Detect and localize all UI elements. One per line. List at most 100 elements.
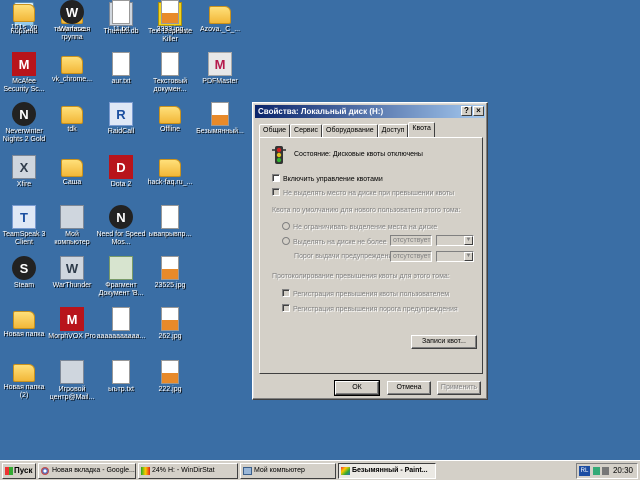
desktop-icon[interactable]: W Warface [47, 0, 97, 34]
chrome-icon [41, 467, 49, 475]
dark-icon: W [60, 0, 84, 24]
enable-quota-row[interactable]: Включить управление квотами [272, 174, 383, 183]
limit-to-radio[interactable] [282, 237, 290, 245]
desktop-icon-label: Steam [13, 282, 35, 289]
desktop-icon-label: WarThunder [52, 282, 92, 289]
task-paint[interactable]: Безымянный - Paint... [338, 463, 436, 479]
desktop-icon[interactable]: ыътр.txt [96, 360, 146, 394]
tab-hardware[interactable]: Оборудование [322, 124, 378, 137]
quota-entries-button[interactable]: Записи квот... [411, 335, 477, 349]
desktop-icon[interactable]: W WarThunder [47, 256, 97, 290]
desktop-icon-label: TeamSpeak 3 Client [2, 231, 46, 246]
task-my-computer[interactable]: Мой компьютер [240, 463, 336, 479]
desktop-icon-label: Новая папка (2) [3, 384, 45, 399]
file-icon [161, 205, 179, 229]
limit-unit-select[interactable]: ▼ [436, 235, 474, 246]
ok-button[interactable]: ОК [334, 380, 380, 396]
desktop-icon-label: 23525.jpg [154, 282, 186, 289]
desktop-icon[interactable]: 262.jpg [145, 307, 195, 341]
desktop-icon[interactable]: M MorphVOX Pro [47, 307, 97, 341]
desktop-icon[interactable]: 3333.jpg [145, 0, 195, 34]
close-button[interactable]: × [473, 106, 484, 116]
desktop-icon[interactable]: Игровой центр@Mail... [47, 360, 97, 402]
desktop-icon[interactable]: vk_chrome... [47, 52, 97, 84]
task-chrome[interactable]: Новая вкладка - Google... [38, 463, 136, 479]
desktop-icon[interactable]: 222.jpg [145, 360, 195, 394]
folder-icon [61, 159, 83, 177]
desktop-icon-label: Новая папка [3, 331, 45, 338]
desktop-icon[interactable]: ааааааааааа... [96, 307, 146, 341]
deny-space-row[interactable]: Не выделять место на диске при превышени… [272, 188, 454, 197]
desktop-icon[interactable]: Текстовый докумен... [145, 52, 195, 94]
tab-quota[interactable]: Квота [408, 122, 435, 137]
desktop-icon[interactable]: 11.txt [96, 0, 146, 34]
tab-general[interactable]: Общие [259, 124, 291, 137]
desktop-icon[interactable]: Новая папка (2) [0, 360, 49, 400]
desktop-icon[interactable]: ывапрывпр... [145, 205, 195, 239]
desktop-icon[interactable]: M PDFMaster [195, 52, 245, 86]
limit-to-label: Выделять на диске не более [293, 239, 387, 246]
limit-unit-arrow-icon[interactable]: ▼ [464, 236, 473, 245]
limit-to-row[interactable]: Выделять на диске не более [282, 237, 387, 246]
desktop-icon[interactable]: D Dota 2 [96, 155, 146, 189]
network-icon[interactable] [593, 467, 600, 475]
desktop-icon[interactable]: Новая папка [0, 307, 49, 339]
dialog-titlebar[interactable]: Свойства: Локальный диск (H:) ? × [255, 105, 485, 118]
desktop-icon[interactable]: Безымянный... [195, 102, 245, 136]
task-windirstat[interactable]: 24% H: - WinDirStat [138, 463, 238, 479]
desktop-icon[interactable]: N Neverwinter Nights 2 Gold [0, 102, 49, 144]
log-warn-checkbox[interactable] [282, 304, 290, 312]
cancel-button[interactable]: Отмена [387, 381, 431, 395]
desktop-icon[interactable]: X Xfire [0, 155, 49, 189]
desktop-icon[interactable]: N Need for Speed Mos... [96, 205, 146, 247]
folder-icon [61, 56, 83, 74]
grey-icon [60, 360, 84, 384]
desktop-icon-label: Dota 2 [110, 181, 132, 188]
desktop-icon-label: 222.jpg [158, 386, 182, 393]
log-limit-checkbox[interactable] [282, 289, 290, 297]
paint-icon [341, 467, 350, 475]
properties-dialog: Свойства: Локальный диск (H:) ? × Общие … [252, 102, 488, 400]
desktop-icon[interactable]: Azova._C_... [195, 2, 245, 34]
desktop-icon-label: MorphVOX Pro [48, 333, 96, 340]
no-limit-row[interactable]: Не ограничивать выделение места на диске [282, 222, 437, 231]
enable-quota-checkbox[interactable] [272, 174, 280, 182]
folder-icon [13, 311, 35, 329]
start-button[interactable]: Пуск [2, 463, 36, 479]
limit-value-field[interactable]: отсутствует [390, 235, 432, 246]
desktop-icon[interactable]: M McAfee Security Sc... [0, 52, 49, 94]
desktop-icon[interactable]: Мой компьютер [47, 205, 97, 247]
desktop-icon-label: ааааааааааа... [96, 333, 146, 340]
language-indicator[interactable]: RL [579, 466, 590, 476]
warn-unit-arrow-icon[interactable]: ▼ [464, 252, 473, 261]
log-limit-row[interactable]: Регистрация превышения квоты пользовател… [282, 289, 449, 298]
dark-icon: N [12, 102, 36, 126]
no-limit-radio[interactable] [282, 222, 290, 230]
log-warn-row[interactable]: Регистрация превышения порога предупрежд… [282, 304, 458, 313]
tab-strip: Общие Сервис Оборудование Доступ Квота [259, 122, 435, 137]
desktop-icon[interactable]: 23525.jpg [145, 256, 195, 290]
desktop-icon-label: aur.txt [111, 78, 131, 85]
desktop-icon[interactable]: 151s_xp [0, 0, 49, 32]
warn-unit-select[interactable]: ▼ [436, 251, 474, 262]
tab-sharing[interactable]: Доступ [377, 124, 409, 137]
red-icon: D [109, 155, 133, 179]
desktop-icon[interactable]: hack-faq.ru_... [145, 155, 195, 187]
desktop-icon[interactable]: tdk [47, 102, 97, 134]
help-button[interactable]: ? [461, 106, 472, 116]
volume-icon[interactable] [602, 467, 609, 475]
folder-icon [209, 6, 231, 24]
deny-space-checkbox[interactable] [272, 188, 280, 196]
folder-icon [159, 106, 181, 124]
desktop-icon[interactable]: Offline [145, 102, 195, 134]
warn-value-field[interactable]: отсутствует [390, 251, 432, 262]
apply-button[interactable]: Применить [437, 381, 481, 395]
desktop-icon[interactable]: R RaidCall [96, 102, 146, 136]
desktop-icon[interactable]: Саша [47, 155, 97, 187]
tab-tools[interactable]: Сервис [290, 124, 323, 137]
desktop-icon-label: Текстовый докумен... [152, 78, 188, 93]
desktop-icon[interactable]: Фрагмент Документ 'В... [96, 256, 146, 298]
desktop-icon[interactable]: aur.txt [96, 52, 146, 86]
desktop-icon[interactable]: T TeamSpeak 3 Client [0, 205, 49, 247]
desktop-icon[interactable]: S Steam [0, 256, 49, 290]
